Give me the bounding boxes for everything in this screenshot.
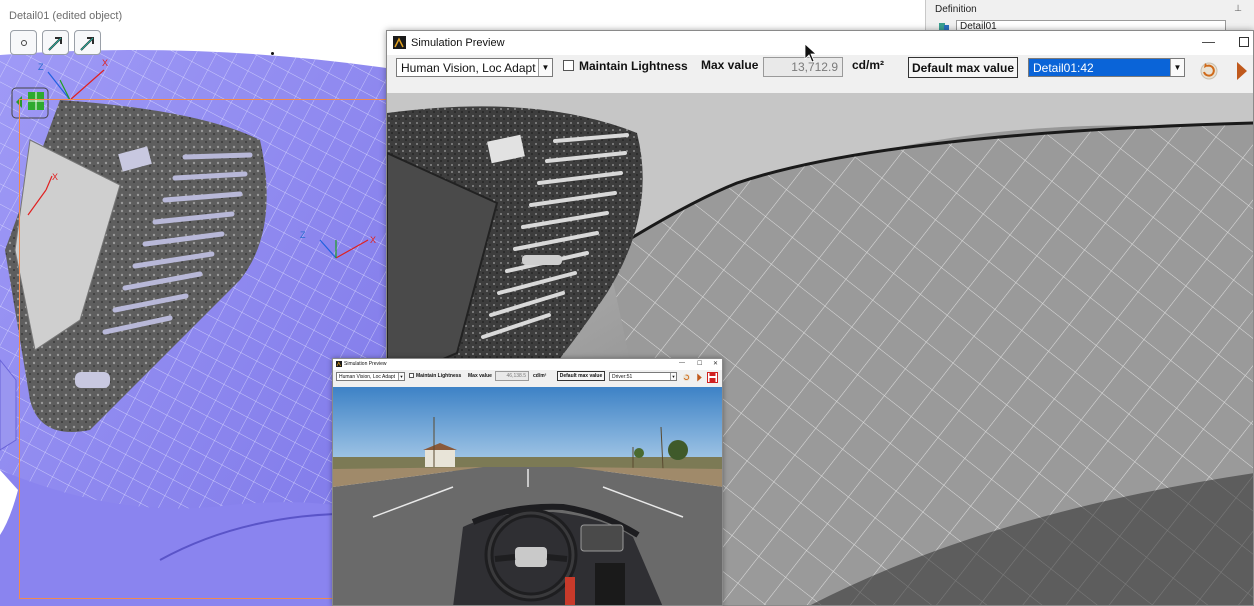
svg-text:Z: Z — [38, 62, 44, 72]
diagonal-arrow-icon — [47, 36, 62, 51]
pin-icon[interactable]: ⊥ — [1234, 3, 1242, 14]
minimize-button[interactable]: — — [679, 360, 685, 366]
vision-mode-value: Human Vision, Loc Adapt — [339, 374, 396, 380]
max-value-label: Max value — [468, 373, 492, 379]
direction-arrow-button-b[interactable] — [74, 30, 101, 55]
preview-toolbar: Human Vision, Loc Adapt ▼ Maintain Light… — [333, 370, 722, 387]
refresh-icon[interactable] — [682, 373, 691, 382]
chevron-down-icon[interactable]: ▼ — [1170, 59, 1184, 76]
svg-text:X: X — [52, 172, 58, 182]
circle-icon — [20, 39, 27, 46]
chevron-down-icon[interactable]: ▼ — [538, 59, 552, 76]
driver-view-render[interactable] — [333, 387, 722, 605]
vision-mode-select[interactable]: Human Vision, Loc Adapt ▼ — [396, 58, 553, 77]
sensor-select-value: Driver:51 — [612, 374, 633, 380]
app-icon — [336, 361, 342, 367]
svg-text:X: X — [102, 58, 108, 68]
svg-text:Z: Z — [300, 230, 306, 240]
max-value-field[interactable]: 13,712.9 — [763, 57, 843, 77]
sensor-select[interactable]: Detail01:42 ▼ — [1028, 58, 1185, 77]
driver-view-image — [333, 387, 722, 605]
sensor-select[interactable]: Driver:51 ▼ — [609, 372, 677, 381]
maintain-lightness-checkbox[interactable] — [409, 373, 414, 378]
window-title: Simulation Preview — [411, 37, 505, 49]
window-titlebar[interactable]: Simulation Preview — — [387, 31, 1253, 55]
max-value-label: Max value — [701, 58, 759, 72]
max-value-field[interactable]: 46,138.5 — [495, 371, 529, 381]
default-max-value-button[interactable]: Default max value — [908, 57, 1018, 78]
refresh-icon[interactable] — [1199, 61, 1219, 81]
default-max-value-button[interactable]: Default max value — [557, 371, 605, 381]
maintain-lightness-label: Maintain Lightness — [416, 373, 462, 379]
definition-title: Definition — [935, 4, 977, 15]
simulation-preview-window-small[interactable]: Simulation Preview — ☐ ✕ Human Vision, L… — [332, 358, 723, 606]
vision-mode-value: Human Vision, Loc Adapt — [401, 61, 536, 75]
maintain-lightness-checkbox[interactable] — [563, 60, 574, 71]
unit-label: cd/m² — [533, 373, 547, 379]
maximize-button[interactable] — [1239, 37, 1249, 47]
close-button[interactable]: ✕ — [713, 360, 718, 367]
unit-label: cd/m² — [852, 58, 885, 72]
maximize-button[interactable]: ☐ — [697, 360, 702, 367]
sensor-select-value: Detail01:42 — [1033, 61, 1094, 75]
cad-object-title: Detail01 (edited object) — [9, 10, 123, 22]
direction-arrow-button-a[interactable] — [42, 30, 69, 55]
diagonal-arrow-icon — [79, 36, 94, 51]
svg-text:X: X — [370, 235, 376, 245]
mouse-cursor-icon — [804, 43, 818, 63]
app-icon — [393, 36, 406, 49]
vision-mode-select[interactable]: Human Vision, Loc Adapt ▼ — [336, 372, 405, 381]
minimize-button[interactable]: — — [1202, 34, 1215, 49]
screen: Z X X Z X Detail01 (edited object) Defin… — [0, 0, 1254, 606]
window-titlebar[interactable]: Simulation Preview — ☐ ✕ — [333, 359, 722, 370]
maintain-lightness-label: Maintain Lightness — [579, 59, 688, 73]
preview-toolbar: Human Vision, Loc Adapt ▼ Maintain Light… — [387, 55, 1253, 93]
window-title: Simulation Preview — [344, 361, 387, 367]
play-icon[interactable] — [696, 373, 703, 382]
chevron-down-icon[interactable]: ▼ — [398, 373, 404, 380]
definition-panel: Definition ⊥ Detail01 — [925, 0, 1254, 34]
chevron-down-icon[interactable]: ▼ — [670, 373, 676, 380]
play-icon[interactable] — [1235, 61, 1249, 81]
axis-orientation-button[interactable] — [10, 30, 37, 55]
cursor-marker — [271, 52, 274, 55]
save-icon[interactable] — [707, 372, 718, 383]
